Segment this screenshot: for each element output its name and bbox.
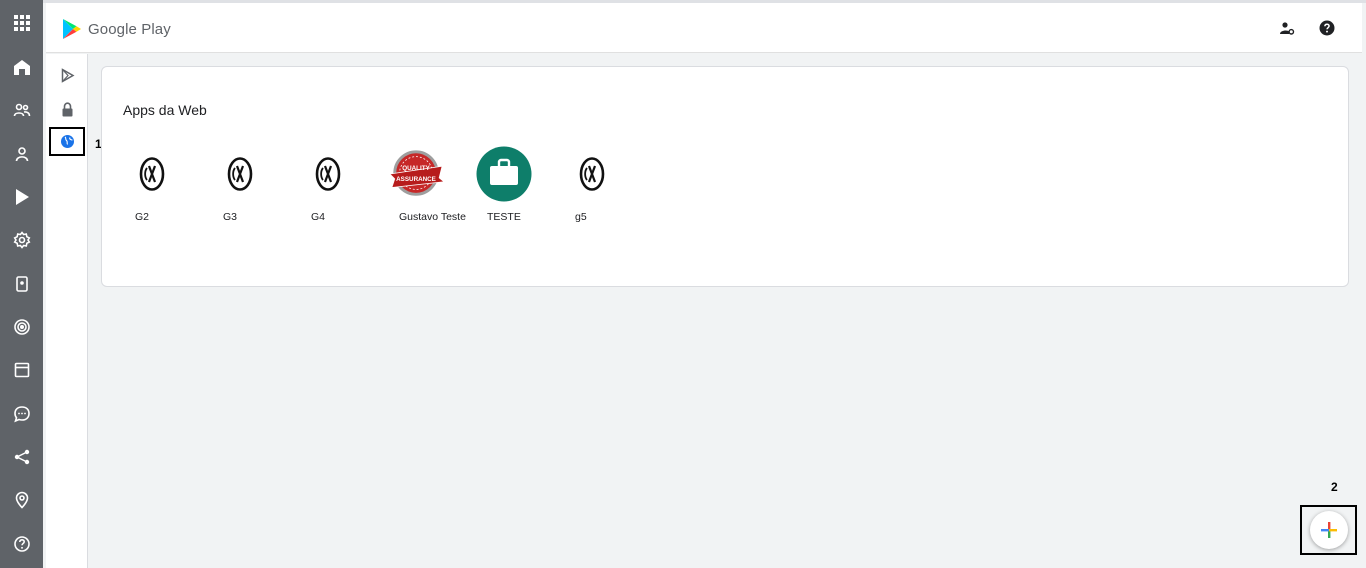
- private-apps-tab[interactable]: [51, 96, 83, 122]
- app-tile-g5[interactable]: g5: [564, 146, 644, 228]
- play-outline-icon: [61, 67, 75, 83]
- lock-icon: [62, 101, 72, 116]
- card-title: Apps da Web: [123, 102, 207, 118]
- app-tile-g4[interactable]: G4: [300, 146, 380, 228]
- location-icon[interactable]: [0, 483, 43, 517]
- groups-icon[interactable]: [0, 93, 43, 127]
- callout-2: 2: [1331, 480, 1338, 494]
- chat-icon[interactable]: [0, 397, 43, 431]
- device-icon[interactable]: [0, 267, 43, 301]
- app-tile-g2[interactable]: G2: [124, 146, 204, 228]
- app-name: g5: [575, 211, 587, 223]
- home-icon[interactable]: [0, 50, 43, 84]
- target-icon[interactable]: [0, 310, 43, 344]
- plus-icon: [1321, 522, 1337, 538]
- svg-text:QUALITY: QUALITY: [402, 165, 430, 172]
- secondary-navigation-rail: [46, 54, 88, 568]
- app-name: G3: [223, 211, 238, 223]
- person-icon[interactable]: [0, 137, 43, 171]
- app-name: G4: [311, 211, 326, 223]
- app-name: TESTE: [487, 211, 521, 223]
- left-navigation-rail: [0, 0, 43, 568]
- play-icon[interactable]: [0, 180, 43, 214]
- google-play-logo[interactable]: Google Play: [62, 18, 171, 40]
- gx-logo-icon: [124, 146, 180, 202]
- app-name: Gustavo Teste: [399, 211, 466, 223]
- help-icon[interactable]: [0, 527, 43, 561]
- briefcase-icon: [476, 146, 532, 202]
- web-apps-tab[interactable]: [49, 127, 85, 156]
- account-settings-button[interactable]: [1276, 17, 1298, 39]
- svg-text:ASSURANCE: ASSURANCE: [396, 176, 436, 183]
- gx-logo-icon: [300, 146, 356, 202]
- app-tile-g3[interactable]: G3: [212, 146, 292, 228]
- header-bar: Google Play: [46, 3, 1362, 53]
- google-play-logo-icon: [63, 19, 81, 39]
- gx-logo-icon: [564, 146, 620, 202]
- help-circle-icon: [1319, 20, 1335, 36]
- public-apps-tab[interactable]: [51, 62, 83, 88]
- app-tile-teste[interactable]: TESTE: [476, 146, 556, 228]
- help-button[interactable]: [1316, 17, 1338, 39]
- brand-name: Google Play: [88, 20, 171, 38]
- quality-assurance-badge-icon: QUALITY ASSURANCE: [388, 146, 444, 202]
- apps-grid-icon[interactable]: [0, 6, 43, 40]
- window-icon[interactable]: [0, 353, 43, 387]
- add-app-button[interactable]: [1310, 511, 1348, 549]
- share-icon[interactable]: [0, 440, 43, 474]
- app-tile-gustavo-teste[interactable]: QUALITY ASSURANCE Gustavo Teste: [388, 146, 468, 228]
- settings-icon[interactable]: [0, 223, 43, 257]
- app-name: G2: [135, 211, 150, 223]
- globe-icon: [60, 135, 74, 148]
- person-gear-icon: [1280, 22, 1295, 35]
- gx-logo-icon: [212, 146, 268, 202]
- web-apps-card: Apps da Web G2 G3 G4 QUALITY ASSURANCE G…: [101, 66, 1349, 287]
